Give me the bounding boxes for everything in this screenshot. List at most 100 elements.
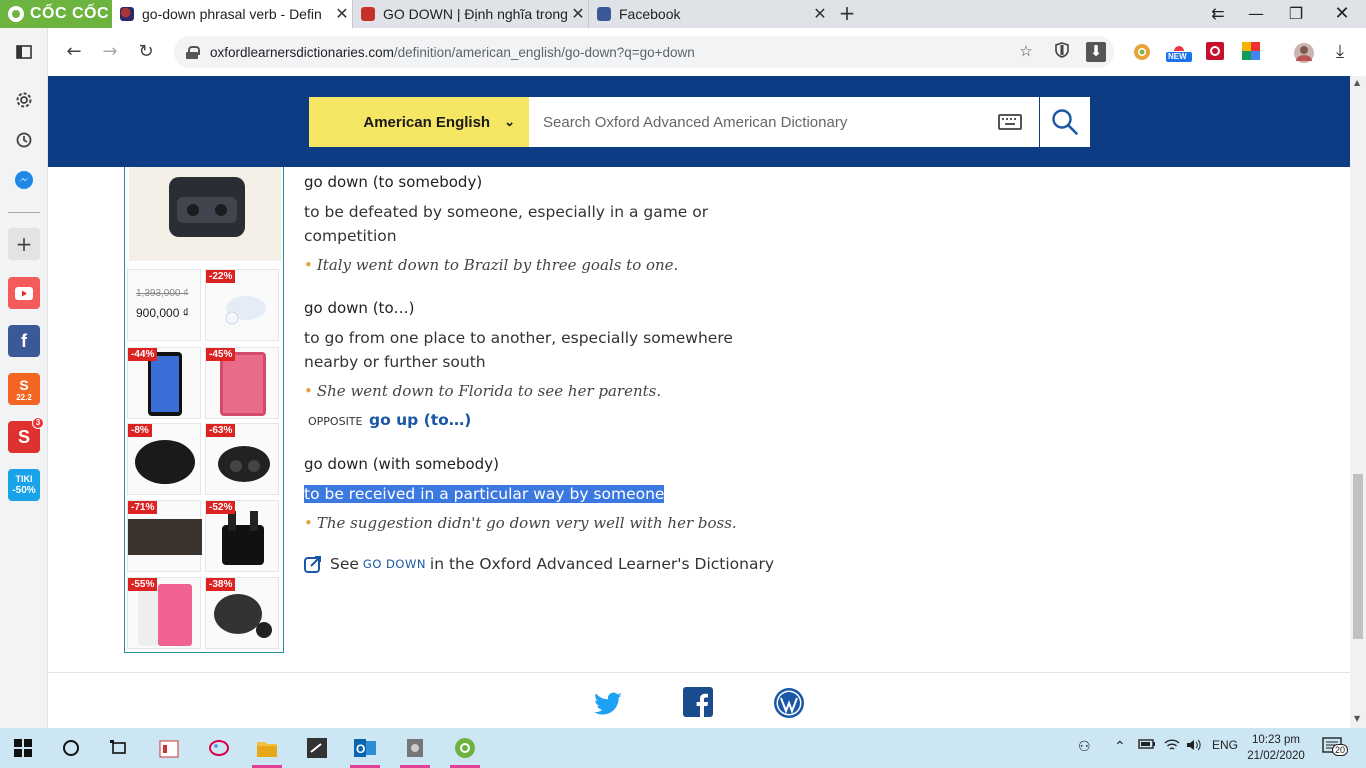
sidebar-toggle-icon[interactable]	[8, 36, 40, 68]
ad-product-phone-2[interactable]: -45%	[205, 347, 279, 419]
messenger-icon[interactable]	[8, 164, 40, 196]
coccoc-ext-icon[interactable]	[1132, 42, 1152, 62]
shopee-icon[interactable]: S 22.2	[8, 373, 40, 405]
downloads-icon[interactable]: ⤓	[1330, 42, 1350, 62]
ad-product-white-earbuds[interactable]: -22%	[205, 269, 279, 341]
tray-chevron-up-icon[interactable]: ⌃	[1114, 738, 1126, 755]
sense-heading: go down (with somebody)	[304, 455, 499, 473]
paint-app-icon[interactable]	[204, 734, 234, 762]
taskbar-clock[interactable]: 10:23 pm 21/02/2020	[1246, 732, 1306, 764]
forward-arrow-icon[interactable]: →	[98, 40, 122, 64]
input-language[interactable]: ENG	[1212, 738, 1238, 752]
task-view-icon[interactable]	[104, 734, 134, 762]
bookmark-star-icon[interactable]: ☆	[1016, 42, 1036, 62]
sendo-icon[interactable]: S 3	[8, 417, 44, 453]
minimize-button[interactable]: —	[1236, 0, 1276, 28]
coccoc-leaf-icon	[8, 6, 24, 22]
tab-facebook[interactable]: Facebook ✕	[588, 0, 830, 28]
app-icon-pinned[interactable]	[154, 734, 184, 762]
ad-product-phone[interactable]: -44%	[127, 347, 201, 419]
close-tab-icon[interactable]: ✕	[810, 4, 830, 24]
sense-example: • She went down to Florida to see her par…	[304, 382, 662, 400]
ad-product-black-earbuds[interactable]: -8%	[127, 423, 201, 495]
ad-earbuds-case-image[interactable]	[129, 167, 281, 261]
sense-definition: to be defeated by someone, especially in…	[304, 203, 709, 245]
address-bar[interactable]: oxfordlearnersdictionaries.com/definitio…	[174, 36, 1114, 68]
restore-tabs-icon[interactable]: ⇇	[1198, 0, 1238, 28]
wordpress-icon[interactable]	[773, 687, 805, 719]
reload-icon[interactable]: ↻	[134, 40, 158, 64]
add-sidebar-app-icon[interactable]: +	[8, 228, 40, 260]
facebook-footer-icon[interactable]	[683, 687, 715, 719]
ad-product-earbuds[interactable]: 1,393,000 ₫ 900,000 ₫	[127, 269, 201, 341]
coccoc-taskbar-icon[interactable]	[450, 734, 480, 768]
back-arrow-icon[interactable]: ←	[62, 40, 86, 64]
ad-product-speaker[interactable]: -71%	[127, 500, 202, 572]
dictionary-label: American English	[363, 113, 491, 131]
red-ext-icon[interactable]	[1206, 42, 1226, 62]
wifi-icon[interactable]	[1164, 738, 1180, 755]
notification-count: 20	[1332, 744, 1349, 756]
download-video-icon[interactable]: ⬇	[1086, 42, 1106, 62]
discount-badge: -38%	[206, 578, 236, 591]
page-footer	[48, 672, 1350, 728]
sense-example: • Italy went down to Brazil by three goal…	[304, 256, 679, 274]
clock-date: 21/02/2020	[1247, 750, 1305, 762]
discount-badge: -55%	[128, 578, 158, 591]
discount-badge: -8%	[128, 424, 152, 437]
volume-icon[interactable]	[1186, 738, 1202, 755]
tiki-icon[interactable]: TIKI -50%	[8, 469, 40, 501]
close-tab-icon[interactable]: ✕	[332, 4, 352, 24]
see-also: See go down in the Oxford Advanced Learn…	[304, 555, 774, 573]
new-ext-icon[interactable]: NEW	[1166, 42, 1192, 62]
page-scrollbar[interactable]: ▲ ▼	[1350, 76, 1366, 728]
ad-product-phone-3[interactable]: -55%	[127, 577, 201, 649]
maximize-button[interactable]: ❐	[1276, 0, 1316, 28]
search-button[interactable]	[1040, 97, 1090, 147]
ad-product-earbuds-case[interactable]: -63%	[205, 423, 279, 495]
discount-badge: -63%	[206, 424, 236, 437]
search-circle-icon[interactable]	[56, 734, 86, 762]
shield-icon[interactable]	[1052, 42, 1072, 62]
ad-product-round-earbuds[interactable]: -38%	[205, 577, 279, 649]
youtube-icon[interactable]	[8, 277, 40, 309]
scroll-up-icon[interactable]: ▲	[1354, 78, 1360, 87]
twitter-icon[interactable]	[592, 687, 624, 719]
keyboard-icon[interactable]	[998, 114, 1022, 130]
see-also-link[interactable]: go down	[363, 557, 426, 571]
tab-oxford[interactable]: go-down phrasal verb - Defin ✕	[112, 0, 352, 28]
dictionary-selector[interactable]: American English ⌄	[309, 97, 529, 147]
color-grid-ext-icon[interactable]	[1242, 42, 1262, 62]
browser-brand: CỐC CỐC	[30, 5, 110, 22]
selected-text: to be received in a particular way by so…	[304, 485, 665, 503]
action-center-icon[interactable]: 20	[1322, 736, 1349, 761]
history-icon[interactable]	[8, 124, 40, 156]
search-input[interactable]	[529, 97, 969, 147]
ad-panel[interactable]: 1,393,000 ₫ 900,000 ₫ -22% -44% -45% -8%…	[124, 167, 284, 653]
outlook-icon[interactable]: O	[350, 734, 380, 768]
coccoc-logo[interactable]: CỐC CỐC	[0, 0, 112, 28]
close-window-button[interactable]: ✕	[1322, 0, 1362, 28]
tab-title: go-down phrasal verb - Defin	[142, 6, 322, 22]
opposite-link[interactable]: go up (to…)	[369, 411, 471, 429]
facebook-sidebar-icon[interactable]: f	[8, 325, 40, 357]
battery-icon[interactable]	[1138, 738, 1156, 753]
tiki-discount: -50%	[12, 485, 36, 496]
clock-time: 10:23 pm	[1252, 734, 1300, 746]
sticky-app-icon[interactable]	[302, 734, 332, 762]
people-icon[interactable]: ⚇	[1078, 738, 1091, 755]
close-tab-icon[interactable]: ✕	[568, 4, 588, 24]
web-page: American English ⌄ 1,393,000 ₫ 900,000 ₫…	[48, 76, 1350, 728]
browser-toolbar: ← → ↻ oxfordlearnersdictionaries.com/def…	[48, 28, 1366, 76]
tool-app-icon[interactable]	[400, 734, 430, 768]
file-explorer-icon[interactable]	[252, 734, 282, 768]
windows-start-icon[interactable]	[8, 734, 38, 762]
opposite-xref: OPPOSITE go up (to…)	[308, 411, 471, 429]
ad-product-tws-earbuds[interactable]: -52%	[205, 500, 279, 572]
new-tab-button[interactable]: +	[836, 2, 858, 24]
settings-gear-icon[interactable]	[8, 84, 40, 116]
scroll-thumb[interactable]	[1353, 474, 1363, 639]
scroll-down-icon[interactable]: ▼	[1354, 714, 1360, 723]
tab-cambridge[interactable]: GO DOWN | Định nghĩa trong ✕	[352, 0, 588, 28]
profile-avatar[interactable]	[1293, 42, 1314, 63]
